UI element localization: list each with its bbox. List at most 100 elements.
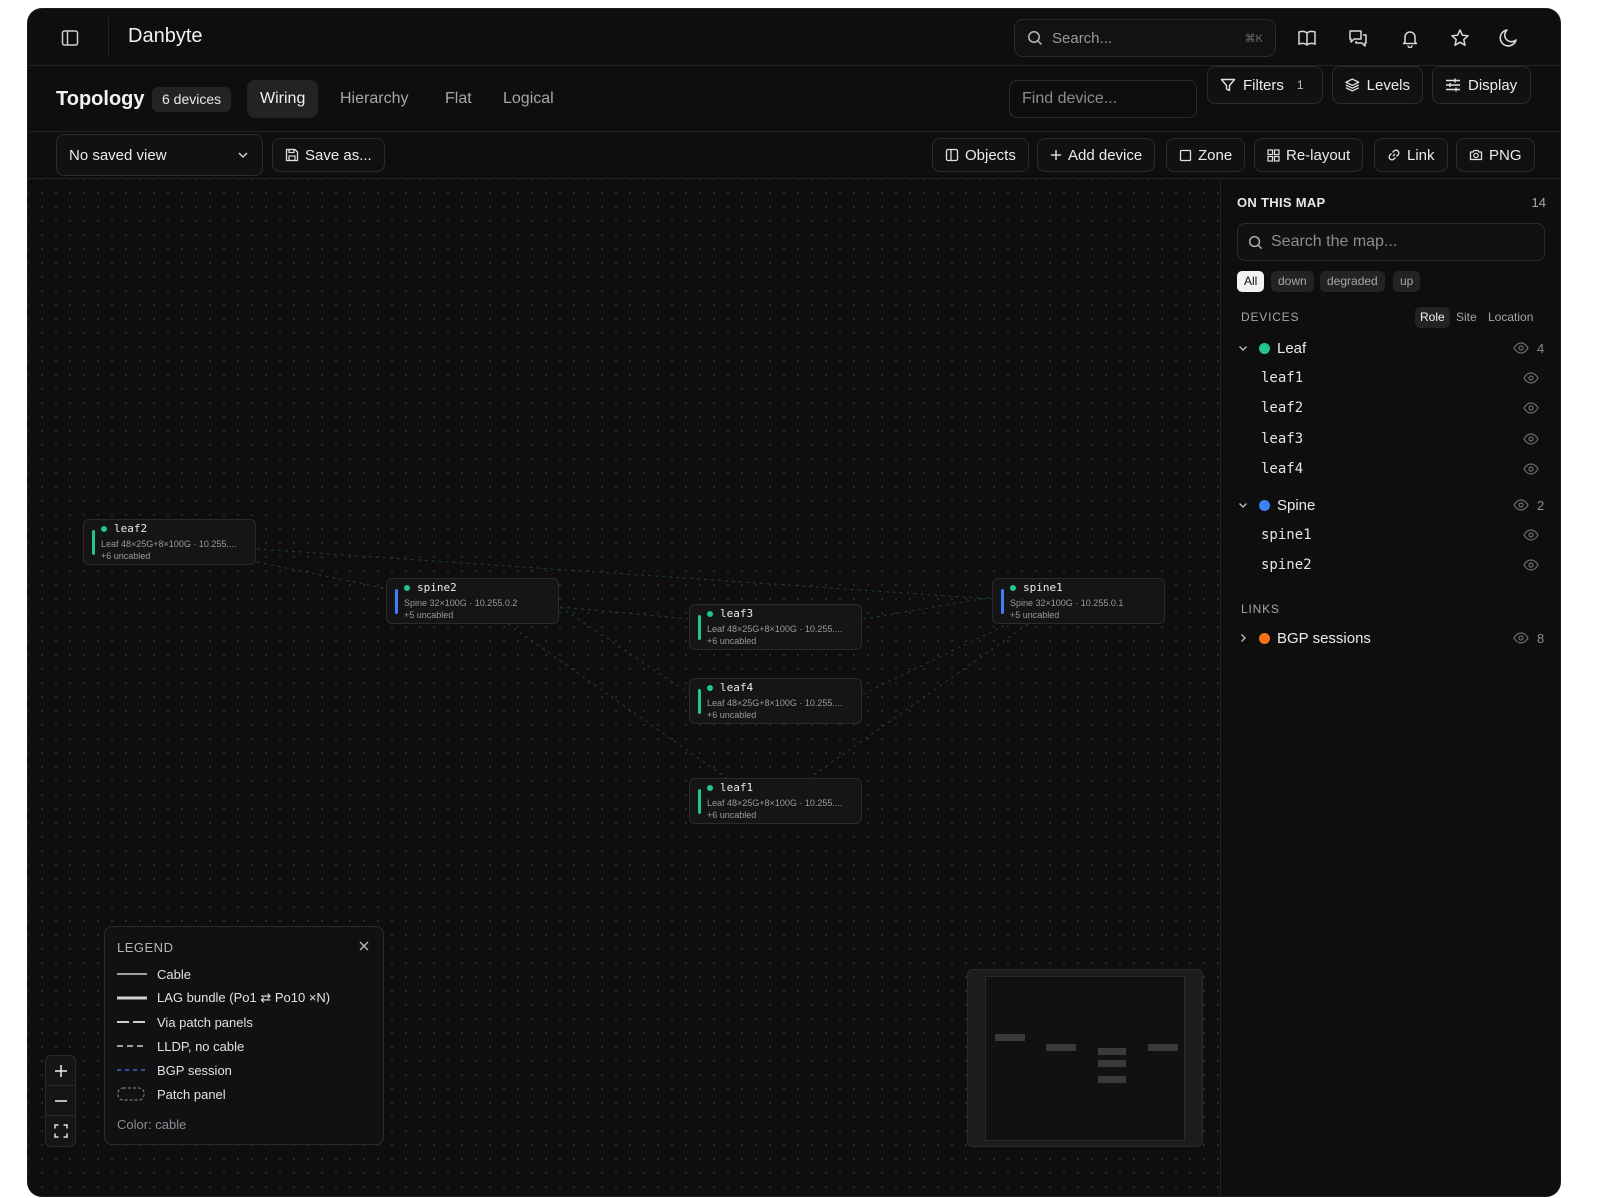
device-item-spine2[interactable]: spine2	[1261, 552, 1539, 578]
link-icon	[1388, 149, 1400, 161]
book-icon[interactable]	[1294, 25, 1320, 51]
chevron-down-icon[interactable]	[1237, 499, 1249, 511]
device-item-leaf3[interactable]: leaf3	[1261, 426, 1539, 452]
status-chip-up[interactable]: up	[1393, 271, 1421, 292]
eye-icon[interactable]	[1523, 559, 1539, 571]
global-search[interactable]: Search... ⌘K	[1014, 19, 1276, 57]
spine-color-dot	[1259, 499, 1270, 511]
node-name: leaf1	[720, 781, 754, 794]
status-chip-degraded[interactable]: degraded	[1320, 271, 1385, 292]
eye-icon[interactable]	[1523, 433, 1539, 445]
legend-label: LAG bundle (Po1 ⇄ Po10 ×N)	[157, 990, 331, 1005]
eye-icon[interactable]	[1523, 402, 1539, 414]
legend-title: LEGEND	[117, 940, 174, 955]
display-button[interactable]: Display	[1432, 66, 1531, 104]
png-button[interactable]: PNG	[1456, 138, 1535, 172]
relayout-button[interactable]: Re-layout	[1254, 138, 1364, 172]
device-item-spine1[interactable]: spine1	[1261, 522, 1539, 548]
device-node-leaf4[interactable]: leaf4 Leaf 48×25G+8×100G · 10.255.... +6…	[689, 678, 862, 724]
legend-footer: Color: cable	[117, 1117, 187, 1132]
device-group-leaf[interactable]: Leaf 4	[1237, 335, 1547, 361]
map-search-input[interactable]	[1271, 233, 1531, 251]
sidebar-toggle-icon[interactable]	[58, 26, 82, 50]
levels-button[interactable]: Levels	[1332, 66, 1423, 104]
role-bar	[698, 789, 701, 814]
png-label: PNG	[1489, 146, 1522, 164]
tab-wiring[interactable]: Wiring	[247, 80, 319, 118]
device-node-spine2[interactable]: spine2 Spine 32×100G · 10.255.0.2 +5 unc…	[386, 578, 559, 624]
chevron-down-icon[interactable]	[1237, 342, 1249, 354]
save-as-button[interactable]: Save as...	[272, 138, 385, 172]
eye-icon[interactable]	[1513, 499, 1529, 511]
node-name: spine1	[1023, 581, 1063, 594]
filters-button[interactable]: Filters 1	[1207, 66, 1323, 104]
group-count: 2	[1537, 497, 1545, 513]
tab-flat[interactable]: Flat	[432, 80, 485, 118]
group-name: Spine	[1277, 496, 1316, 514]
objects-button[interactable]: Objects	[932, 138, 1029, 172]
chat-icon[interactable]	[1345, 25, 1371, 51]
minimap-viewport[interactable]	[985, 976, 1185, 1141]
node-meta: Leaf 48×25G+8×100G · 10.255....	[707, 798, 843, 808]
status-dot	[707, 611, 713, 617]
map-search[interactable]	[1237, 223, 1545, 261]
star-icon[interactable]	[1447, 25, 1473, 51]
device-item-leaf1[interactable]: leaf1	[1261, 365, 1539, 391]
eye-icon[interactable]	[1523, 463, 1539, 475]
device-node-spine1[interactable]: spine1 Spine 32×100G · 10.255.0.1 +5 unc…	[992, 578, 1165, 624]
device-item-leaf4[interactable]: leaf4	[1261, 456, 1539, 482]
saved-view-select[interactable]: No saved view	[56, 134, 263, 176]
zoom-in-icon[interactable]	[46, 1056, 75, 1086]
link-name: BGP sessions	[1277, 629, 1371, 647]
minimap-node	[1046, 1044, 1076, 1051]
group-tab-location[interactable]: Location	[1483, 307, 1538, 328]
eye-icon[interactable]	[1523, 372, 1539, 384]
fit-view-icon[interactable]	[46, 1116, 75, 1146]
find-device-input[interactable]	[1009, 80, 1197, 118]
link-button[interactable]: Link	[1374, 138, 1448, 172]
topology-header: Topology 6 devices Wiring Hierarchy Flat…	[28, 66, 1560, 132]
link-group-bgp[interactable]: BGP sessions 8	[1237, 625, 1547, 651]
legend-item-patch-panel: Patch panel	[117, 1085, 226, 1103]
panel-title: ON THIS MAP	[1237, 195, 1326, 210]
device-node-leaf3[interactable]: leaf3 Leaf 48×25G+8×100G · 10.255.... +6…	[689, 604, 862, 650]
topology-canvas[interactable]: leaf2 Leaf 48×25G+8×100G · 10.255.... +6…	[28, 179, 1220, 1196]
eye-icon[interactable]	[1513, 342, 1529, 354]
group-tab-site[interactable]: Site	[1451, 307, 1482, 328]
app-title: Danbyte	[128, 25, 203, 47]
eye-icon[interactable]	[1513, 632, 1529, 644]
legend-label: LLDP, no cable	[157, 1038, 245, 1054]
chevron-right-icon[interactable]	[1237, 632, 1249, 644]
thick-line-swatch	[117, 996, 147, 1000]
device-item-name: spine2	[1261, 557, 1312, 573]
status-dot	[404, 585, 410, 591]
device-node-leaf2[interactable]: leaf2 Leaf 48×25G+8×100G · 10.255.... +6…	[83, 519, 256, 565]
device-node-leaf1[interactable]: leaf1 Leaf 48×25G+8×100G · 10.255.... +6…	[689, 778, 862, 824]
view-toolbar: No saved view Save as... Objects Add dev…	[28, 132, 1560, 179]
filters-label: Filters	[1243, 76, 1284, 94]
zoom-out-icon[interactable]	[46, 1086, 75, 1116]
tab-hierarchy[interactable]: Hierarchy	[327, 80, 421, 118]
dashed-box-swatch	[117, 1087, 145, 1101]
legend-panel: LEGEND Cable LAG bundle (Po1 ⇄ Po10 ×N) …	[104, 926, 384, 1145]
add-device-button[interactable]: Add device	[1037, 138, 1156, 172]
minimap[interactable]	[967, 969, 1203, 1147]
close-icon[interactable]	[357, 939, 371, 953]
tab-logical[interactable]: Logical	[490, 80, 567, 118]
moon-icon[interactable]	[1496, 25, 1522, 51]
bell-icon[interactable]	[1397, 25, 1423, 51]
role-bar	[395, 589, 398, 614]
legend-item-cable: Cable	[117, 965, 191, 983]
node-uncabled: +6 uncabled	[707, 636, 757, 646]
status-chip-down[interactable]: down	[1271, 271, 1314, 292]
camera-icon	[1469, 149, 1483, 161]
node-meta: Leaf 48×25G+8×100G · 10.255....	[707, 624, 843, 634]
legend-item-lldp: LLDP, no cable	[117, 1037, 244, 1055]
device-group-spine[interactable]: Spine 2	[1237, 492, 1547, 518]
eye-icon[interactable]	[1523, 529, 1539, 541]
zone-button[interactable]: Zone	[1166, 138, 1246, 172]
status-chip-all[interactable]: All	[1237, 271, 1265, 292]
group-tab-role[interactable]: Role	[1415, 307, 1450, 328]
display-label: Display	[1468, 76, 1518, 94]
device-item-leaf2[interactable]: leaf2	[1261, 395, 1539, 421]
